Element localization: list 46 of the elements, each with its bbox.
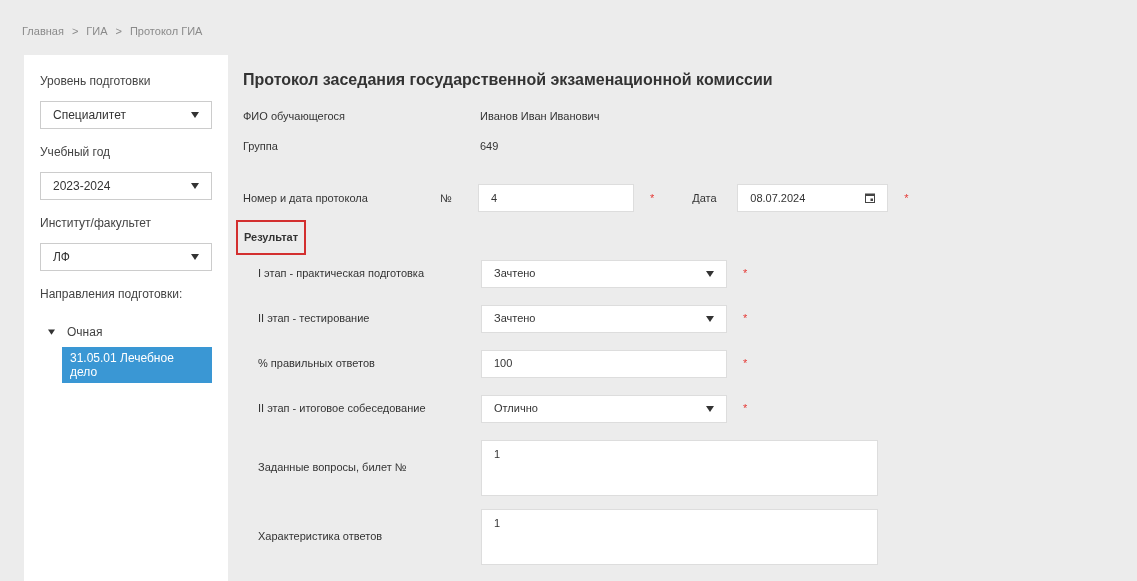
filter-label: Учебный год: [40, 144, 112, 161]
caret-icon: [706, 270, 714, 277]
filter-select[interactable]: 2023-2024: [40, 172, 212, 200]
caret-icon: [191, 254, 199, 260]
required-mark: *: [743, 356, 748, 372]
result-textarea[interactable]: 1: [481, 439, 878, 496]
field-label: I этап - практическая подготовка: [258, 266, 426, 282]
info-label: ФИО обучающегося: [243, 109, 347, 124]
caret-icon: [191, 112, 199, 118]
caret-icon: [706, 405, 714, 412]
breadcrumb-separator: >: [71, 24, 79, 40]
filter-select[interactable]: ЛФ: [40, 243, 212, 271]
info-value: Иванов Иван Иванович: [480, 109, 600, 124]
protocol-label: Номер и дата протокола: [243, 190, 369, 206]
calendar-icon: [865, 193, 876, 203]
required-mark: *: [904, 190, 909, 206]
result-select[interactable]: Зачтено: [481, 304, 727, 333]
info-label: Группа: [243, 139, 279, 154]
result-textarea[interactable]: 1: [481, 508, 878, 565]
number-field[interactable]: 4: [478, 184, 634, 212]
date-label: Дата: [692, 190, 718, 206]
tree-item[interactable]: Очная: [40, 321, 212, 343]
info-value: 649: [480, 139, 499, 154]
filter-label: Уровень подготовки: [40, 73, 152, 90]
number-label: №: [440, 190, 453, 206]
field-label: II этап - итоговое собеседование: [258, 401, 427, 417]
page-title: Протокол заседания государственной экзаменационной комиссии: [243, 70, 774, 90]
field-label: II этап - тестирование: [258, 311, 371, 327]
result-select[interactable]: Отлично: [481, 394, 727, 423]
result-input[interactable]: 100: [481, 349, 727, 378]
caret-icon: [191, 183, 199, 189]
tree-label: Направления подготовки:: [40, 286, 184, 303]
required-mark: *: [743, 401, 748, 417]
field-label: Характеристика ответов: [258, 529, 384, 545]
filter-label: Институт/факультет: [40, 215, 153, 232]
result-select[interactable]: Зачтено: [481, 259, 727, 288]
required-mark: *: [650, 190, 655, 206]
breadcrumb-separator: >: [115, 24, 122, 40]
filter-select[interactable]: Специалитет: [40, 101, 212, 129]
field-label: Заданные вопросы, билет №: [258, 460, 408, 476]
section-heading: Результат: [236, 220, 307, 255]
required-mark: *: [743, 311, 748, 327]
field-label: % правильных ответов: [258, 356, 376, 372]
required-mark: *: [743, 266, 748, 282]
date-field[interactable]: 08.07.2024: [737, 184, 889, 212]
caret-icon: [706, 315, 714, 322]
